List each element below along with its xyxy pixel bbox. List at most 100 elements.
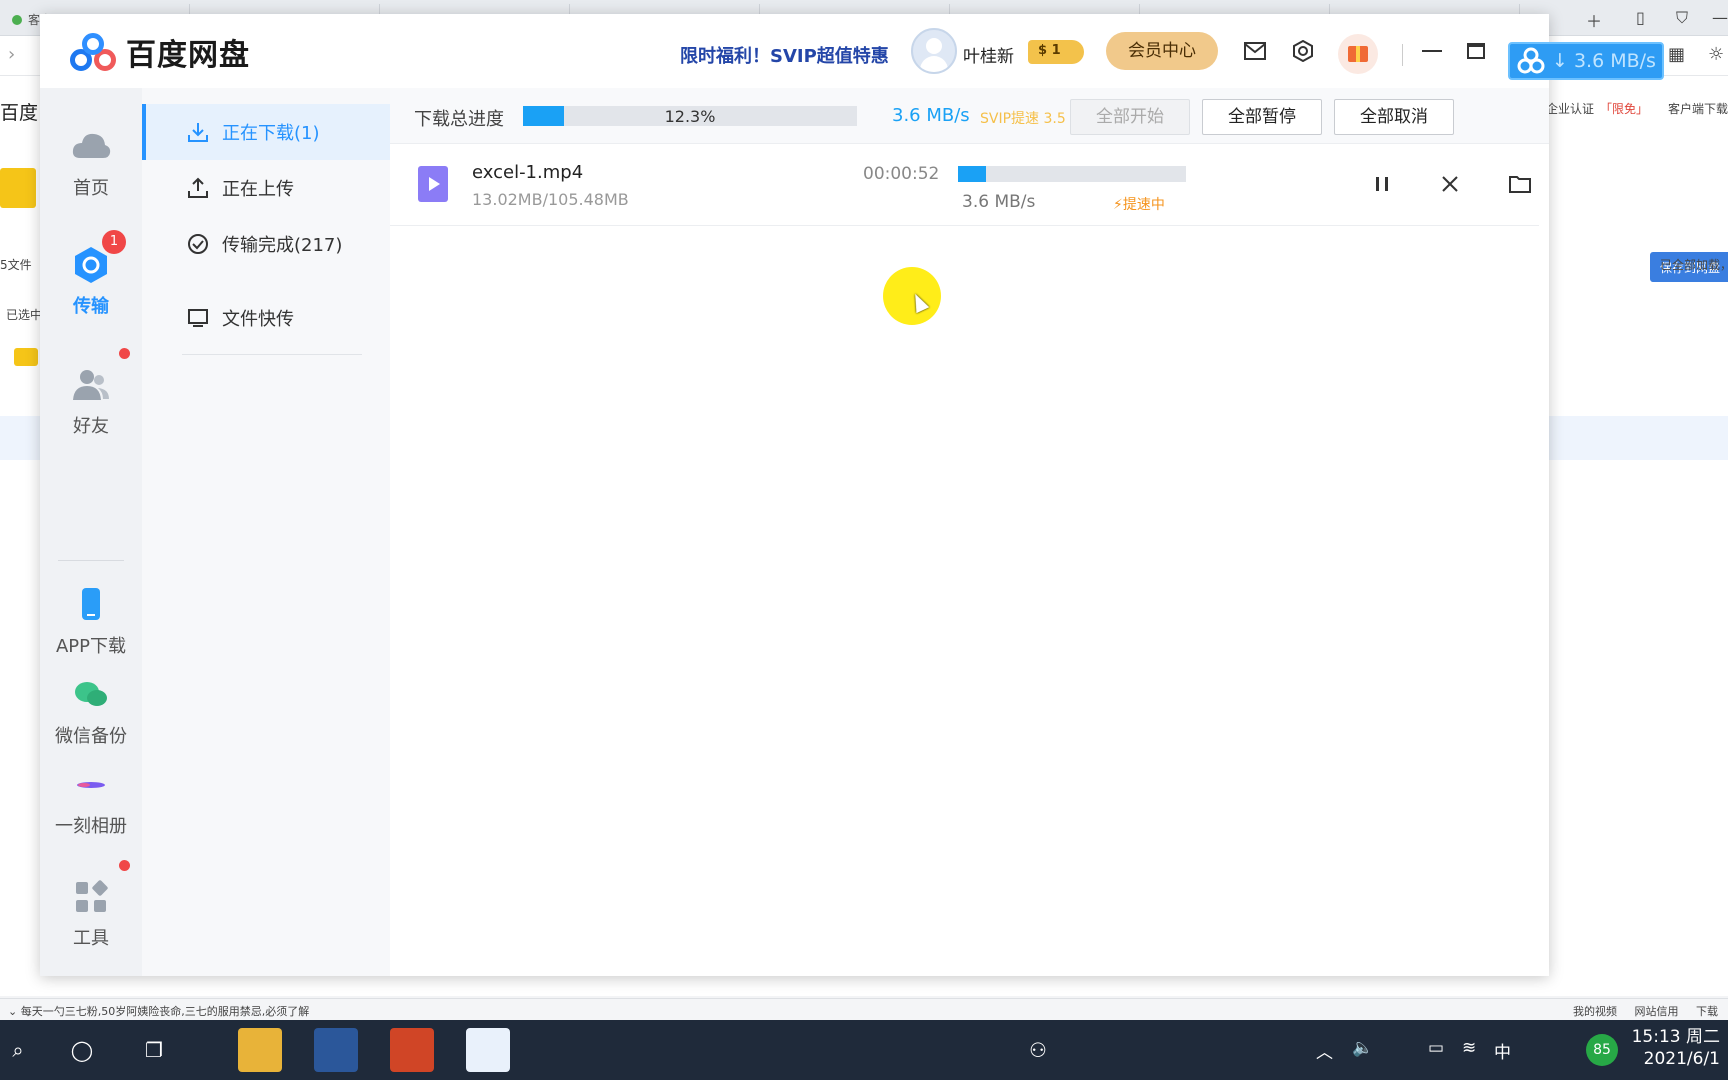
browser-status-bar: ⌄ 每天一勺三七粉,50岁阿姨险丧命,三七的服用禁忌,必须了解 我的视频 网站信… — [0, 998, 1728, 1020]
download-summary-bar: 下载总进度 12.3% 3.6 MB/s SVIP提速 3.5 MB/s 全部开… — [390, 88, 1549, 144]
vip-center-button[interactable]: 会员中心 — [1106, 32, 1218, 70]
transfer-icon: 1 — [70, 230, 126, 286]
battery-icon[interactable]: ▭ — [1428, 1038, 1444, 1058]
minimize-icon[interactable]: — — [1712, 8, 1728, 27]
wechat-icon — [70, 674, 112, 716]
people-icon[interactable]: ⚇ — [1020, 1032, 1056, 1068]
coin-badge[interactable]: $ 1 — [1028, 40, 1084, 64]
tab-downloading[interactable]: 正在下载(1) — [142, 104, 390, 160]
folder-icon[interactable] — [1504, 168, 1536, 200]
divider — [182, 354, 362, 355]
settings-icon[interactable] — [1288, 36, 1318, 66]
netdisk-window: 百度网盘 限时福利！SVIP超值特惠 叶桂新 $ 1 会员中心 首页 1 传输 … — [40, 14, 1549, 976]
search-icon[interactable]: ⌕ — [0, 1032, 36, 1068]
netdisk-logo-icon — [1516, 46, 1546, 76]
tab-count-icon[interactable]: ▯ — [1636, 8, 1645, 27]
file-speed: 3.6 MB/s — [962, 192, 1036, 212]
volume-icon[interactable]: 🔈 — [1352, 1038, 1373, 1058]
main-sidebar: 首页 1 传输 好友 APP下载 微信备份 一刻相册 工具 — [40, 88, 142, 976]
sidebar-item-app-download[interactable]: APP下载 — [40, 584, 142, 658]
shirt-icon[interactable]: ⛉ — [1676, 8, 1688, 28]
sidebar-item-album[interactable]: 一刻相册 — [40, 764, 142, 838]
total-progress-label: 下载总进度 — [414, 109, 504, 130]
download-icon — [186, 120, 210, 144]
tab-completed[interactable]: 传输完成(217) — [142, 216, 390, 272]
boost-status: ⚡提速中 — [1113, 197, 1165, 213]
grid-icon[interactable]: ▦ — [1668, 44, 1685, 65]
status-download[interactable]: 下载 — [1696, 1005, 1718, 1018]
selected-label: 已选中 — [6, 308, 43, 322]
chevron-right-icon[interactable]: › — [8, 44, 15, 65]
site-icon — [12, 15, 22, 25]
task-view-icon[interactable]: ❐ — [136, 1032, 172, 1068]
page-title-fragment: 百度 — [0, 102, 39, 124]
powerpoint-icon[interactable] — [390, 1028, 434, 1072]
file-size: 13.02MB/105.48MB — [472, 190, 629, 209]
total-speed: 3.6 MB/s — [892, 105, 970, 126]
status-site-credit[interactable]: 网站信用 — [1635, 1005, 1679, 1018]
transfer-subnav: 正在下载(1) 正在上传 传输完成(217) 文件快传 — [142, 88, 390, 976]
total-progress-text: 12.3% — [664, 107, 716, 126]
pause-icon[interactable] — [1366, 168, 1398, 200]
wifi-icon[interactable]: ≋ — [1462, 1038, 1476, 1058]
avatar[interactable] — [911, 28, 957, 74]
start-all-button[interactable]: 全部开始 — [1070, 99, 1190, 135]
file-progress-bar — [958, 166, 1186, 182]
username[interactable]: 叶桂新 — [963, 42, 1014, 67]
floating-speed-widget[interactable]: ↓ 3.6 MB/s — [1508, 42, 1664, 80]
title-bar: 百度网盘 限时福利！SVIP超值特惠 叶桂新 $ 1 会员中心 — [40, 14, 1549, 88]
loaded-note: 已全部加载， — [1660, 258, 1728, 272]
ime-indicator[interactable]: 中 — [1494, 1038, 1511, 1063]
app-logo: 百度网盘 — [68, 30, 250, 74]
client-download-link[interactable]: 客户端下载 — [1668, 100, 1728, 117]
new-tab-icon[interactable]: ＋ — [1586, 8, 1602, 32]
maximize-button[interactable] — [1461, 36, 1491, 66]
upload-icon — [186, 176, 210, 200]
cortana-icon[interactable]: ◯ — [64, 1032, 100, 1068]
minimize-button[interactable] — [1417, 36, 1447, 66]
folder-icon — [0, 168, 36, 208]
album-icon — [70, 764, 112, 806]
status-news[interactable]: ⌄ 每天一勺三七粉,50岁阿姨险丧命,三七的服用禁忌,必须了解 — [8, 1003, 309, 1019]
floating-speed-text: ↓ 3.6 MB/s — [1552, 50, 1656, 72]
transfer-badge: 1 — [102, 230, 126, 254]
close-icon[interactable] — [1434, 168, 1466, 200]
files-count-label: 5文件 — [0, 258, 32, 272]
chevron-up-icon[interactable]: ︿ — [1316, 1038, 1333, 1063]
video-file-icon — [418, 166, 448, 202]
taskbar-clock[interactable]: 15:13 周二 2021/6/1 — [1632, 1026, 1720, 1070]
sidebar-item-wechat-backup[interactable]: 微信备份 — [40, 674, 142, 748]
phone-icon — [70, 584, 112, 626]
sun-icon[interactable]: ☼ — [1708, 44, 1724, 65]
sidebar-item-friends[interactable]: 好友 — [40, 348, 142, 438]
mail-icon[interactable] — [1240, 36, 1270, 66]
table-row[interactable]: excel-1.mp4 13.02MB/105.48MB 00:00:52 3.… — [390, 144, 1539, 226]
svip-promo-link[interactable]: 限时福利！SVIP超值特惠 — [680, 42, 889, 68]
file-explorer-icon[interactable] — [238, 1028, 282, 1072]
word-icon[interactable] — [314, 1028, 358, 1072]
windows-taskbar: ⌕ ◯ ❐ ⚇ ︿ 🔈 ▭ ≋ 中 85 15:13 周二 2021/6/1 — [0, 1020, 1728, 1080]
cancel-all-button[interactable]: 全部取消 — [1334, 99, 1454, 135]
check-circle-icon — [186, 232, 210, 256]
pause-all-button[interactable]: 全部暂停 — [1202, 99, 1322, 135]
tab-uploading[interactable]: 正在上传 — [142, 160, 390, 216]
lightning-icon: ⚡ — [1113, 197, 1123, 213]
tools-dot — [119, 860, 130, 871]
monitor-icon — [186, 306, 210, 330]
friends-icon — [70, 348, 130, 406]
status-my-videos[interactable]: 我的视频 — [1573, 1005, 1617, 1018]
sidebar-item-transfer[interactable]: 1 传输 — [40, 230, 142, 318]
sidebar-item-tools[interactable]: 工具 — [40, 860, 142, 950]
tray-badge[interactable]: 85 — [1586, 1034, 1618, 1066]
tools-icon — [70, 860, 130, 918]
tab-quick-transfer[interactable]: 文件快传 — [142, 290, 390, 346]
file-name: excel-1.mp4 — [472, 162, 584, 183]
friends-dot — [119, 348, 130, 359]
total-progress-bar: 12.3% — [523, 106, 857, 126]
sidebar-item-home[interactable]: 首页 — [40, 126, 142, 200]
app-name: 百度网盘 — [126, 38, 250, 73]
time-remaining: 00:00:52 — [863, 164, 940, 184]
download-list-panel: 下载总进度 12.3% 3.6 MB/s SVIP提速 3.5 MB/s 全部开… — [390, 88, 1549, 976]
gift-icon[interactable] — [1338, 34, 1378, 74]
netdisk-taskbar-icon[interactable] — [466, 1028, 510, 1072]
